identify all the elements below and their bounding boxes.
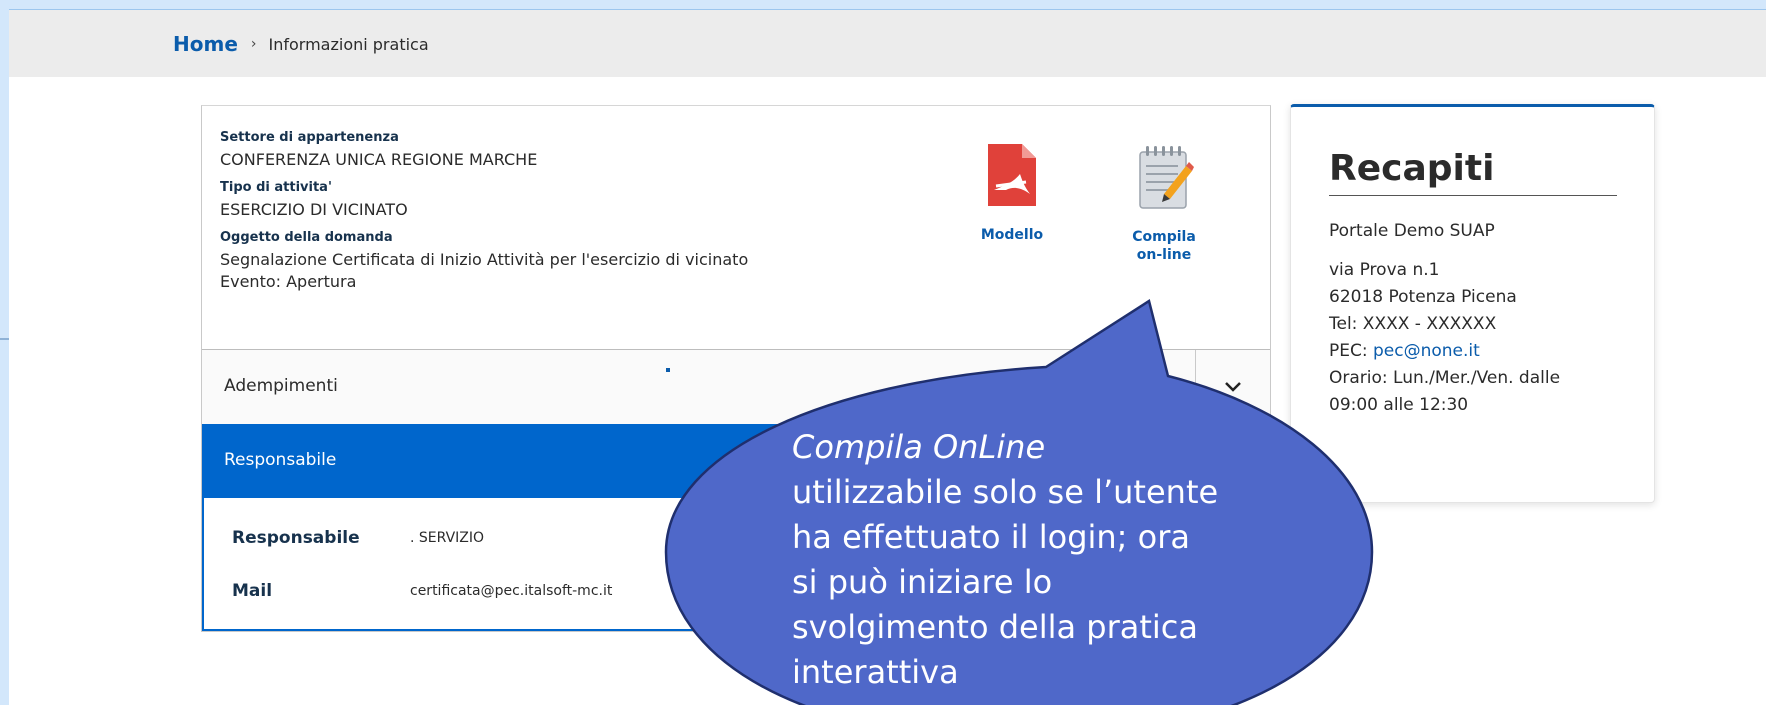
pdf-document-icon[interactable] xyxy=(986,144,1038,212)
callout-line-5: interattiva xyxy=(792,653,959,691)
callout-line-4: svolgimento della pratica xyxy=(792,608,1198,646)
address-line-1: via Prova n.1 xyxy=(1329,260,1440,280)
callout-title: Compila OnLine xyxy=(792,428,1046,466)
window-left-border xyxy=(0,0,9,705)
breadcrumb: Home › Informazioni pratica xyxy=(173,32,429,56)
pec-line: PEC: pec@none.it xyxy=(1329,338,1629,365)
pec-label: PEC: xyxy=(1329,341,1373,361)
oggetto-value: Segnalazione Certificata di Inizio Attiv… xyxy=(220,250,749,269)
modello-button[interactable]: Modello xyxy=(962,142,1062,244)
mail-value[interactable]: certificata@pec.italsoft-mc.it xyxy=(410,583,612,599)
cursor-dot xyxy=(666,368,670,372)
mail-row: Mail certificata@pec.italsoft-mc.it xyxy=(232,581,612,601)
evento-value: Evento: Apertura xyxy=(220,272,357,291)
recapiti-divider xyxy=(1329,195,1617,196)
callout-line-3: si può iniziare lo xyxy=(792,563,1053,601)
tipo-attivita-value: ESERCIZIO DI VICINATO xyxy=(220,200,408,219)
practice-details: Settore di appartenenza CONFERENZA UNICA… xyxy=(220,130,980,302)
responsabile-key: Responsabile xyxy=(232,528,360,548)
recapiti-body: Portale Demo SUAP via Prova n.1 62018 Po… xyxy=(1329,218,1629,419)
responsabile-value: . SERVIZIO xyxy=(410,530,485,546)
portal-name: Portale Demo SUAP xyxy=(1329,221,1495,241)
window-top-border xyxy=(0,0,1766,10)
responsabile-header-label[interactable]: Responsabile xyxy=(224,450,336,470)
tipo-attivita-label: Tipo di attivita' xyxy=(220,180,332,195)
compila-label-line1[interactable]: Compila xyxy=(1132,229,1196,245)
adempimenti-label[interactable]: Adempimenti xyxy=(224,376,338,396)
callout-line-2: ha effettuato il login; ora xyxy=(792,518,1190,556)
recapiti-title: Recapiti xyxy=(1329,148,1495,189)
breadcrumb-home-link[interactable]: Home xyxy=(173,32,238,56)
adempimenti-toggle[interactable] xyxy=(1195,350,1270,424)
telephone: Tel: XXXX - XXXXXX xyxy=(1329,314,1497,334)
notepad-pencil-icon[interactable] xyxy=(1134,146,1194,214)
callout-line-1: utilizzabile solo se l’utente xyxy=(792,473,1219,511)
compila-online-button[interactable]: Compila on-line xyxy=(1114,142,1214,264)
orario-line-1: Orario: Lun./Mer./Ven. dalle xyxy=(1329,368,1561,388)
accordion-adempimenti[interactable]: Adempimenti xyxy=(202,350,1270,424)
responsabile-row: Responsabile . SERVIZIO xyxy=(232,528,484,548)
address-line-2: 62018 Potenza Picena xyxy=(1329,287,1517,307)
compila-online-label[interactable]: Compila on-line xyxy=(1114,228,1214,264)
breadcrumb-bar: Home › Informazioni pratica xyxy=(9,10,1766,77)
pec-email-link[interactable]: pec@none.it xyxy=(1373,341,1480,361)
breadcrumb-separator: › xyxy=(250,36,257,52)
oggetto-label: Oggetto della domanda xyxy=(220,230,393,245)
recapiti-card: Recapiti Portale Demo SUAP via Prova n.1… xyxy=(1290,104,1655,503)
settore-value: CONFERENZA UNICA REGIONE MARCHE xyxy=(220,150,538,169)
callout-text: Compila OnLine utilizzabile solo se l’ut… xyxy=(792,425,1252,695)
window-left-marker xyxy=(0,338,9,340)
chevron-down-icon[interactable] xyxy=(1224,378,1242,397)
compila-label-line2[interactable]: on-line xyxy=(1137,247,1191,263)
orario-line-2: 09:00 alle 12:30 xyxy=(1329,395,1469,415)
settore-label: Settore di appartenenza xyxy=(220,130,399,145)
modello-label[interactable]: Modello xyxy=(962,226,1062,244)
breadcrumb-current: Informazioni pratica xyxy=(268,34,429,54)
mail-key: Mail xyxy=(232,581,273,601)
